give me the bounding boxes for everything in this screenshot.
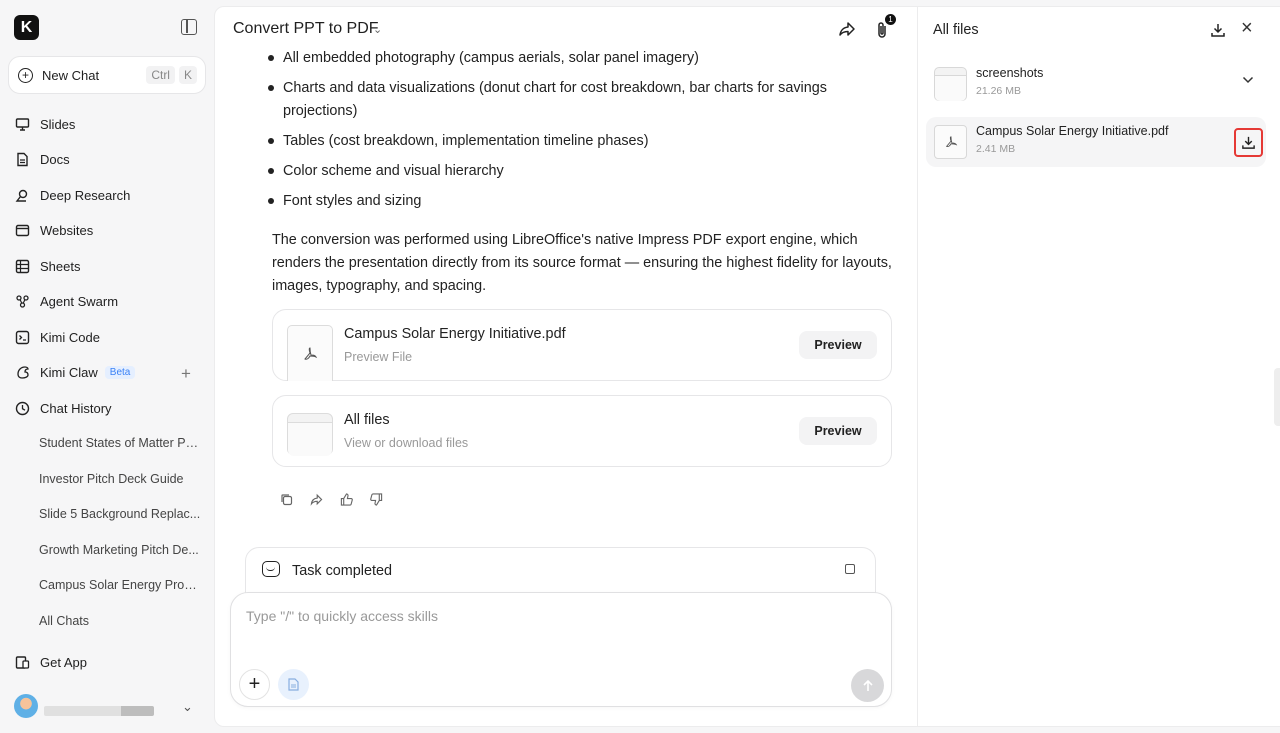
- copy-icon[interactable]: [278, 491, 294, 507]
- folder-icon: [287, 413, 333, 456]
- file-size: 2.41 MB: [976, 143, 1016, 155]
- pdf-icon: [287, 325, 333, 381]
- download-icon[interactable]: [1234, 128, 1263, 157]
- mobile-icon: [15, 655, 30, 670]
- history-item[interactable]: Slide 5 Background Replac...: [39, 507, 201, 521]
- history-item[interactable]: Student States of Matter PPT: [39, 436, 201, 450]
- avatar[interactable]: [14, 694, 38, 718]
- list-item: Tables (cost breakdown, implementation t…: [268, 130, 863, 153]
- preview-button[interactable]: Preview: [799, 417, 877, 445]
- files-panel-title: All files: [933, 22, 979, 38]
- download-all-icon[interactable]: [1210, 22, 1226, 38]
- list-item: Color scheme and visual hierarchy: [268, 160, 863, 183]
- new-chat-label: New Chat: [42, 67, 100, 83]
- sidebar-item-docs[interactable]: Docs: [15, 148, 70, 170]
- file-name: Campus Solar Energy Initiative.pdf: [976, 124, 1169, 138]
- terminal-icon: [15, 330, 30, 345]
- websites-icon: [15, 223, 30, 238]
- get-app-button[interactable]: Get App: [15, 651, 87, 673]
- scroll-handle[interactable]: [1274, 368, 1280, 426]
- card-subtitle: View or download files: [344, 436, 469, 450]
- input-placeholder[interactable]: Type "/" to quickly access skills: [246, 608, 438, 624]
- clock-icon: [15, 401, 30, 416]
- sidebar: K + New Chat Ctrl K Slides Docs Deep Res…: [0, 0, 214, 733]
- message-actions: [278, 491, 384, 507]
- page-title[interactable]: Convert PPT to PDF: [233, 20, 379, 38]
- sidebar-item-slides[interactable]: Slides: [15, 113, 75, 135]
- slides-icon: [15, 117, 30, 132]
- doc-skill-icon[interactable]: [278, 669, 309, 700]
- shortcut-hint: Ctrl K: [146, 66, 197, 84]
- card-title: All files: [344, 412, 390, 428]
- sidebar-item-chat-history[interactable]: Chat History: [15, 397, 112, 419]
- card-subtitle: Preview File: [344, 350, 413, 364]
- add-attachment-button[interactable]: +: [239, 669, 270, 700]
- share-icon[interactable]: [838, 20, 856, 38]
- message-paragraph: The conversion was performed using Libre…: [272, 232, 892, 294]
- docs-icon: [15, 152, 30, 167]
- sidebar-item-kimi-code[interactable]: Kimi Code: [15, 326, 100, 348]
- chevron-down-icon[interactable]: ⌄: [182, 699, 193, 715]
- sheets-icon: [15, 259, 30, 274]
- chat-panel: Convert PPT to PDF ⌄ 1 All embedded phot…: [214, 6, 918, 727]
- thumbs-down-icon[interactable]: [368, 491, 384, 507]
- sidebar-item-kimi-claw[interactable]: Kimi Claw Beta: [15, 361, 136, 383]
- share-icon[interactable]: [308, 491, 324, 507]
- expand-icon[interactable]: [845, 564, 855, 574]
- sidebar-item-sheets[interactable]: Sheets: [15, 255, 80, 277]
- files-panel: All files × screenshots 21.26 MB Campus …: [918, 6, 1280, 727]
- thumbs-up-icon[interactable]: [338, 491, 354, 507]
- new-chat-button[interactable]: + New Chat Ctrl K: [8, 56, 206, 94]
- history-item[interactable]: Campus Solar Energy Prop...: [39, 578, 201, 592]
- close-icon[interactable]: ×: [1241, 17, 1253, 40]
- all-files-card[interactable]: All files View or download files Preview: [272, 395, 892, 467]
- kimi-logo[interactable]: K: [14, 15, 39, 40]
- card-title: Campus Solar Energy Initiative.pdf: [344, 326, 566, 342]
- claw-icon: [15, 365, 30, 380]
- sidebar-item-deep-research[interactable]: Deep Research: [15, 184, 130, 206]
- deep-research-icon: [15, 188, 30, 203]
- pdf-icon: [934, 125, 967, 159]
- file-row-pdf[interactable]: Campus Solar Energy Initiative.pdf 2.41 …: [926, 117, 1266, 167]
- file-size: 21.26 MB: [976, 85, 1021, 97]
- list-item: All embedded photography (campus aerials…: [268, 47, 863, 70]
- username-redacted: [44, 706, 154, 716]
- robot-icon: [262, 561, 280, 577]
- pdf-file-card[interactable]: Campus Solar Energy Initiative.pdf Previ…: [272, 309, 892, 381]
- agent-swarm-icon: [15, 294, 30, 309]
- file-name: screenshots: [976, 66, 1044, 80]
- bullet-list: All embedded photography (campus aerials…: [268, 47, 863, 220]
- add-claw-icon[interactable]: +: [181, 364, 191, 384]
- collapse-sidebar-icon[interactable]: [181, 19, 197, 35]
- sidebar-item-websites[interactable]: Websites: [15, 219, 93, 241]
- sidebar-item-agent-swarm[interactable]: Agent Swarm: [15, 290, 118, 312]
- preview-button[interactable]: Preview: [799, 331, 877, 359]
- file-row-folder[interactable]: screenshots 21.26 MB: [926, 59, 1266, 109]
- chevron-down-icon[interactable]: [1242, 76, 1254, 84]
- task-status-label: Task completed: [292, 563, 392, 579]
- list-item: Font styles and sizing: [268, 190, 863, 213]
- plus-circle-icon: +: [18, 67, 33, 83]
- all-chats-link[interactable]: All Chats: [39, 614, 201, 628]
- chat-input[interactable]: Type "/" to quickly access skills +: [230, 592, 892, 707]
- attachment-count-badge: 1: [885, 14, 896, 25]
- folder-icon: [934, 67, 967, 101]
- send-button[interactable]: [851, 669, 884, 702]
- history-item[interactable]: Investor Pitch Deck Guide: [39, 472, 201, 486]
- title-chevron-down-icon[interactable]: ⌄: [373, 23, 382, 36]
- beta-badge: Beta: [104, 365, 136, 379]
- list-item: Charts and data visualizations (donut ch…: [268, 77, 863, 123]
- history-item[interactable]: Growth Marketing Pitch De...: [39, 543, 201, 557]
